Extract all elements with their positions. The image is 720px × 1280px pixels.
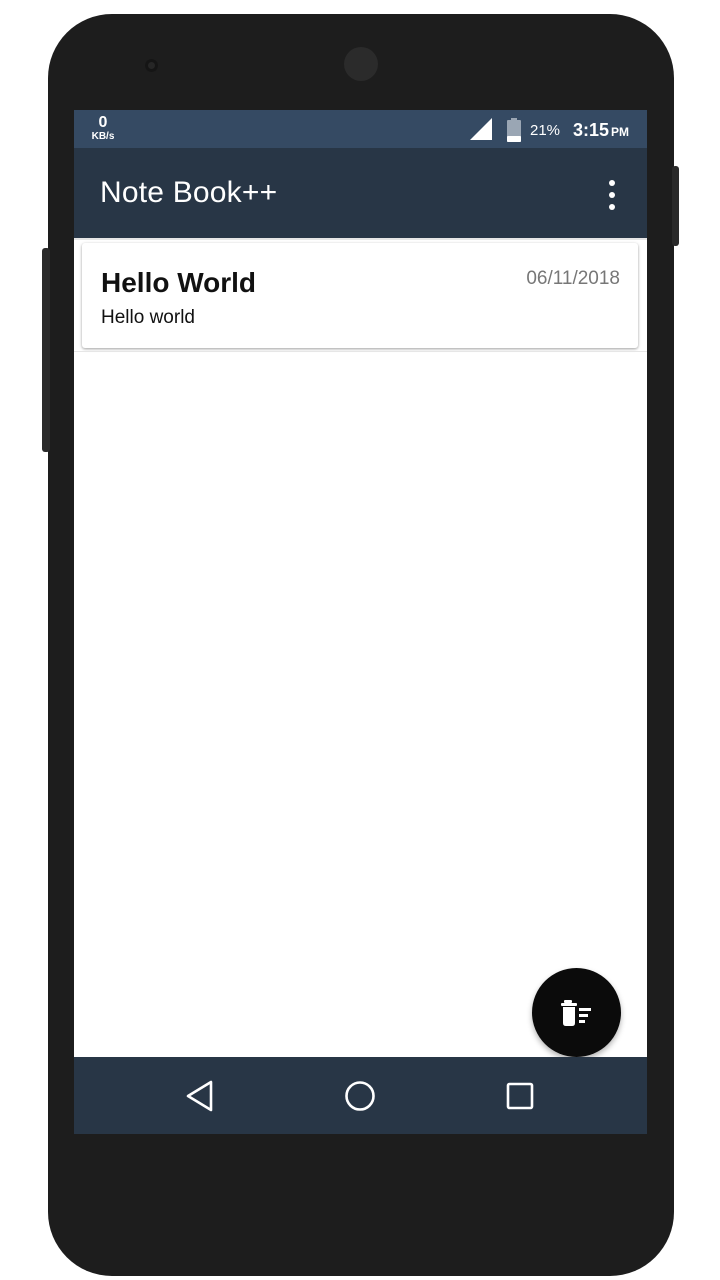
delete-sweep-icon [560, 999, 591, 1026]
status-bar: 0 KB/s 21% 3:15 PM [74, 110, 647, 148]
menu-dot [609, 204, 615, 210]
menu-dot [609, 192, 615, 198]
app-bar: Note Book++ [74, 148, 647, 238]
more-vert-icon[interactable] [602, 180, 622, 210]
note-body: Hello world [101, 307, 195, 328]
clock: 3:15 PM [573, 120, 629, 141]
battery-percent: 21% [530, 122, 561, 139]
proximity-sensor [145, 59, 158, 72]
home-icon [345, 1081, 375, 1111]
note-card[interactable]: Hello World 06/11/2018 Hello world [82, 243, 638, 348]
battery-icon [507, 118, 521, 142]
front-camera [344, 47, 378, 81]
network-speed-unit: KB/s [91, 131, 115, 142]
network-speed-value: 0 [98, 114, 108, 131]
clock-suffix: PM [611, 125, 630, 139]
recents-button[interactable] [503, 1079, 537, 1113]
volume-button [42, 248, 50, 452]
power-button [672, 166, 679, 246]
clock-time: 3:15 [573, 120, 610, 140]
back-icon [186, 1080, 213, 1112]
divider [74, 238, 647, 240]
notes-list: Hello World 06/11/2018 Hello world [74, 238, 647, 1134]
home-button[interactable] [343, 1079, 377, 1113]
menu-dot [609, 180, 615, 186]
back-button[interactable] [183, 1079, 217, 1113]
navigation-bar [74, 1057, 647, 1134]
recents-icon [506, 1082, 534, 1110]
note-title: Hello World [101, 267, 257, 298]
network-speed: 0 KB/s [88, 115, 118, 142]
signal-icon [470, 118, 492, 140]
divider [74, 351, 647, 352]
screen: 0 KB/s 21% 3:15 PM Note Book++ Hello Worl… [74, 110, 647, 1134]
note-date: 06/11/2018 [526, 268, 620, 289]
delete-all-button[interactable] [532, 968, 621, 1057]
app-title: Note Book++ [100, 176, 278, 209]
